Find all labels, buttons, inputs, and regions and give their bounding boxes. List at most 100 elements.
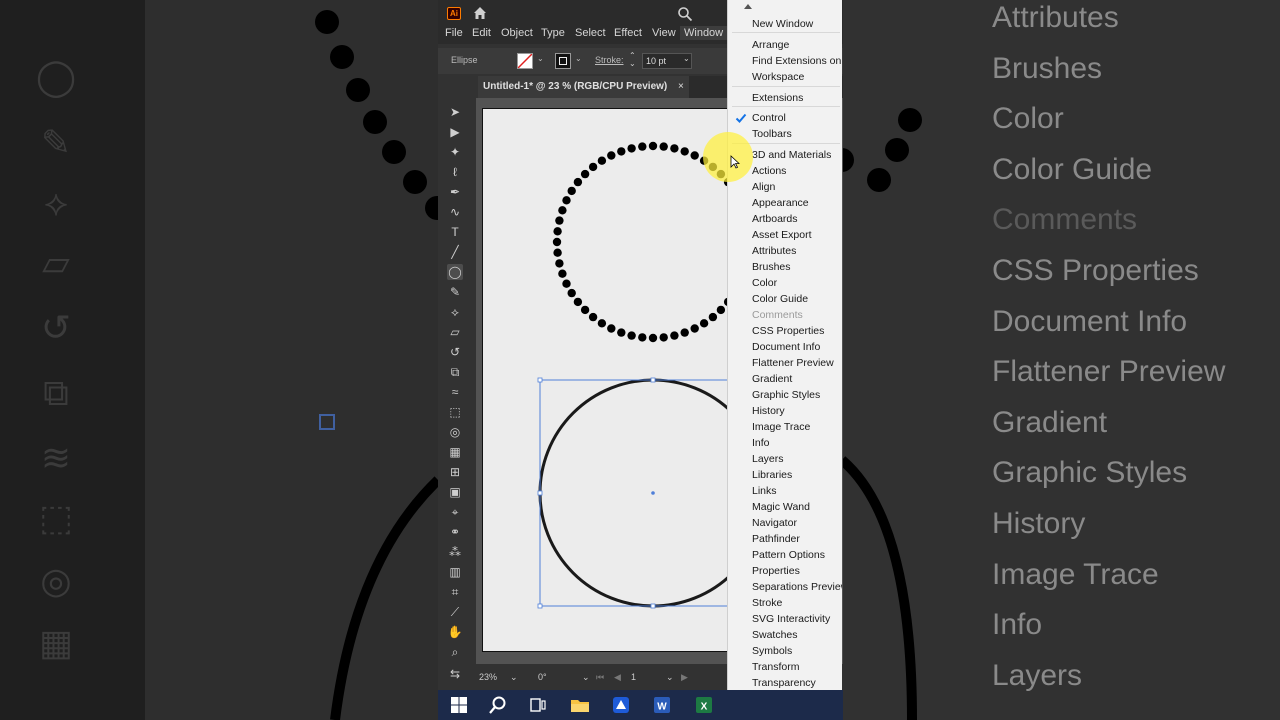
menu-item-navigator[interactable]: Navigator (752, 516, 797, 530)
blend-tool-icon[interactable]: ⚭ (447, 524, 463, 540)
shape-builder-tool-icon[interactable]: ◎ (447, 424, 463, 440)
stroke-chevron-down-icon[interactable]: ⌄ (575, 54, 582, 63)
menu-item-magic-wand[interactable]: Magic Wand (752, 500, 810, 514)
menu-item-css-properties[interactable]: CSS Properties (752, 324, 824, 338)
stroke-stepper-icon[interactable]: ⌃ ⌄ (629, 52, 636, 68)
menu-item-pattern-options[interactable]: Pattern Options (752, 548, 825, 562)
menu-item-pathfinder[interactable]: Pathfinder (752, 532, 800, 546)
eyedropper-tool-icon[interactable]: ⌖ (447, 504, 463, 520)
menu-window[interactable]: Window (680, 26, 728, 40)
menu-select[interactable]: Select (575, 27, 606, 39)
menu-item-brushes[interactable]: Brushes (752, 260, 791, 274)
next-artboard-icon[interactable]: ▶ (681, 672, 688, 683)
menu-item-3d-and-materials[interactable]: 3D and Materials (752, 148, 831, 162)
fill-chevron-down-icon[interactable]: ⌄ (537, 54, 544, 63)
menu-item-arrange[interactable]: Arrange (752, 38, 789, 52)
symbol-sprayer-tool-icon[interactable]: ⁂ (447, 544, 463, 560)
rotation-value[interactable]: 0° (538, 672, 547, 682)
word-icon[interactable]: W (652, 695, 672, 715)
artboard-chevron-down-icon[interactable]: ⌄ (666, 672, 674, 683)
menu-item-appearance[interactable]: Appearance (752, 196, 809, 210)
menu-item-toolbars[interactable]: Toolbars (752, 127, 792, 141)
menu-effect[interactable]: Effect (614, 27, 642, 39)
menu-item-history[interactable]: History (752, 404, 785, 418)
zoom-chevron-down-icon[interactable]: ⌄ (510, 672, 518, 683)
menu-item-layers[interactable]: Layers (752, 452, 784, 466)
width-tool-icon[interactable]: ≈ (447, 384, 463, 400)
slice-tool-icon[interactable]: ⟋ (447, 604, 463, 620)
scroll-up-arrow-icon[interactable] (744, 4, 752, 9)
menu-edit[interactable]: Edit (472, 27, 491, 39)
menu-item-color-guide[interactable]: Color Guide (752, 292, 808, 306)
task-view-icon[interactable] (528, 695, 548, 715)
menu-file[interactable]: File (445, 27, 463, 39)
previous-artboard-icon[interactable]: ◀ (614, 672, 621, 683)
menu-item-properties[interactable]: Properties (752, 564, 800, 578)
menu-item-find-extensions-on-exchange[interactable]: Find Extensions on Exchange... (752, 54, 842, 68)
menu-item-libraries[interactable]: Libraries (752, 468, 792, 482)
scale-tool-icon[interactable]: ⧉ (447, 364, 463, 380)
menu-item-transform[interactable]: Transform (752, 660, 799, 674)
app-icon[interactable] (611, 695, 631, 715)
menu-item-info[interactable]: Info (752, 436, 770, 450)
pen-tool-icon[interactable]: ✒ (447, 184, 463, 200)
fill-stroke-swap-icon[interactable]: ⇆ (447, 666, 463, 682)
menu-item-artboards[interactable]: Artboards (752, 212, 798, 226)
mesh-tool-icon[interactable]: ⊞ (447, 464, 463, 480)
selection-tool-icon[interactable]: ➤ (447, 104, 463, 120)
perspective-grid-tool-icon[interactable]: ▦ (447, 444, 463, 460)
menu-item-stroke[interactable]: Stroke (752, 596, 782, 610)
menu-item-svg-interactivity[interactable]: SVG Interactivity (752, 612, 830, 626)
artboard-tool-icon[interactable]: ⌗ (447, 584, 463, 600)
stroke-label[interactable]: Stroke: (595, 55, 624, 65)
menu-item-align[interactable]: Align (752, 180, 775, 194)
menu-item-flattener-preview[interactable]: Flattener Preview (752, 356, 834, 370)
first-artboard-icon[interactable]: ⏮ (596, 672, 604, 683)
artboard-number[interactable]: 1 (631, 672, 636, 682)
menu-object[interactable]: Object (501, 27, 533, 39)
menu-item-new-window[interactable]: New Window (752, 17, 813, 31)
windows-start-icon[interactable] (449, 695, 469, 715)
fill-swatch[interactable] (517, 53, 533, 69)
menu-view[interactable]: View (652, 27, 676, 39)
menu-item-workspace[interactable]: Workspace (752, 70, 804, 84)
excel-icon[interactable]: X (694, 695, 714, 715)
menu-item-swatches[interactable]: Swatches (752, 628, 798, 642)
column-graph-tool-icon[interactable]: ▥ (447, 564, 463, 580)
menu-item-actions[interactable]: Actions (752, 164, 786, 178)
menu-item-control[interactable]: Control (752, 111, 786, 125)
menu-item-extensions[interactable]: Extensions (752, 91, 803, 105)
gradient-tool-icon[interactable]: ▣ (447, 484, 463, 500)
stroke-weight-chevron-down-icon[interactable]: ⌄ (683, 54, 690, 63)
zoom-level[interactable]: 23% (479, 672, 497, 682)
search-icon[interactable] (488, 695, 508, 715)
shaper-tool-icon[interactable]: ⟡ (447, 304, 463, 320)
hand-tool-icon[interactable]: ✋ (447, 624, 463, 640)
menu-item-transparency[interactable]: Transparency (752, 676, 816, 690)
menu-item-gradient[interactable]: Gradient (752, 372, 792, 386)
free-transform-tool-icon[interactable]: ⬚ (447, 404, 463, 420)
search-icon[interactable] (677, 6, 693, 22)
menu-item-links[interactable]: Links (752, 484, 777, 498)
menu-item-image-trace[interactable]: Image Trace (752, 420, 810, 434)
menu-item-document-info[interactable]: Document Info (752, 340, 820, 354)
menu-item-attributes[interactable]: Attributes (752, 244, 796, 258)
menu-item-graphic-styles[interactable]: Graphic Styles (752, 388, 820, 402)
stroke-weight-field[interactable]: 10 pt ⌄ (642, 53, 692, 69)
line-tool-icon[interactable]: ╱ (447, 244, 463, 260)
type-tool-icon[interactable]: T (447, 224, 463, 240)
home-icon[interactable] (472, 5, 488, 21)
menu-type[interactable]: Type (541, 27, 565, 39)
menu-item-symbols[interactable]: Symbols (752, 644, 792, 658)
tab-document[interactable]: Untitled-1* @ 23 % (RGB/CPU Preview) × (478, 76, 689, 98)
menu-item-asset-export[interactable]: Asset Export (752, 228, 812, 242)
lasso-tool-icon[interactable]: ℓ (447, 164, 463, 180)
paintbrush-tool-icon[interactable]: ✎ (447, 284, 463, 300)
rotation-chevron-down-icon[interactable]: ⌄ (582, 672, 590, 683)
file-explorer-icon[interactable] (570, 695, 590, 715)
stroke-swatch[interactable] (555, 53, 571, 69)
ellipse-tool-icon[interactable]: ◯ (447, 264, 463, 280)
rotate-tool-icon[interactable]: ↺ (447, 344, 463, 360)
direct-selection-tool-icon[interactable]: ▶ (447, 124, 463, 140)
menu-item-color[interactable]: Color (752, 276, 777, 290)
